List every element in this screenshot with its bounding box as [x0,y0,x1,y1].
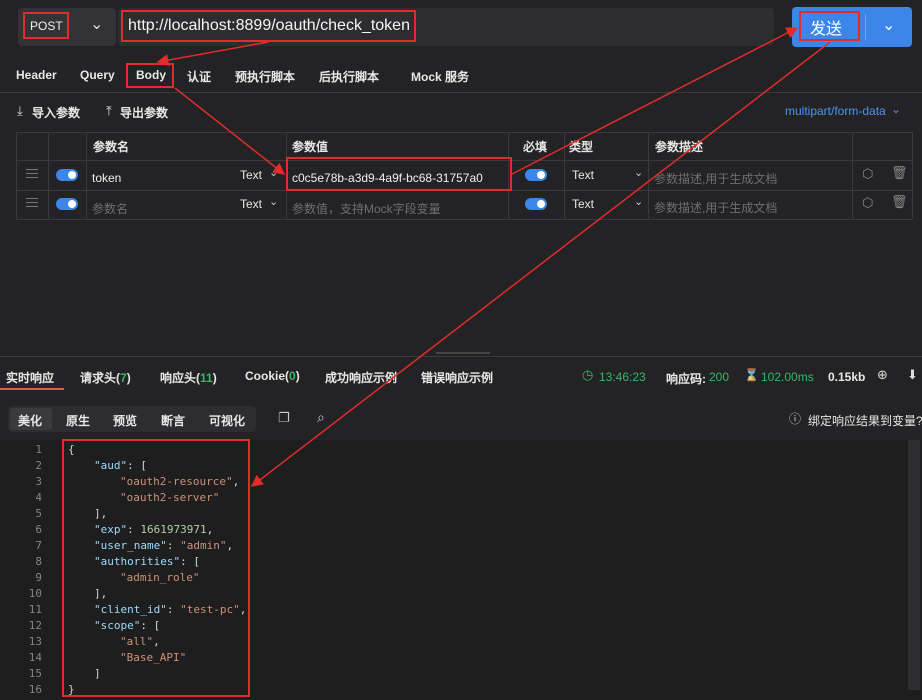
arrow-send-to-response [250,41,831,487]
annotation-arrows [156,27,831,487]
arrow-body-to-token [174,87,286,175]
arrow-url-to-body [156,41,269,67]
